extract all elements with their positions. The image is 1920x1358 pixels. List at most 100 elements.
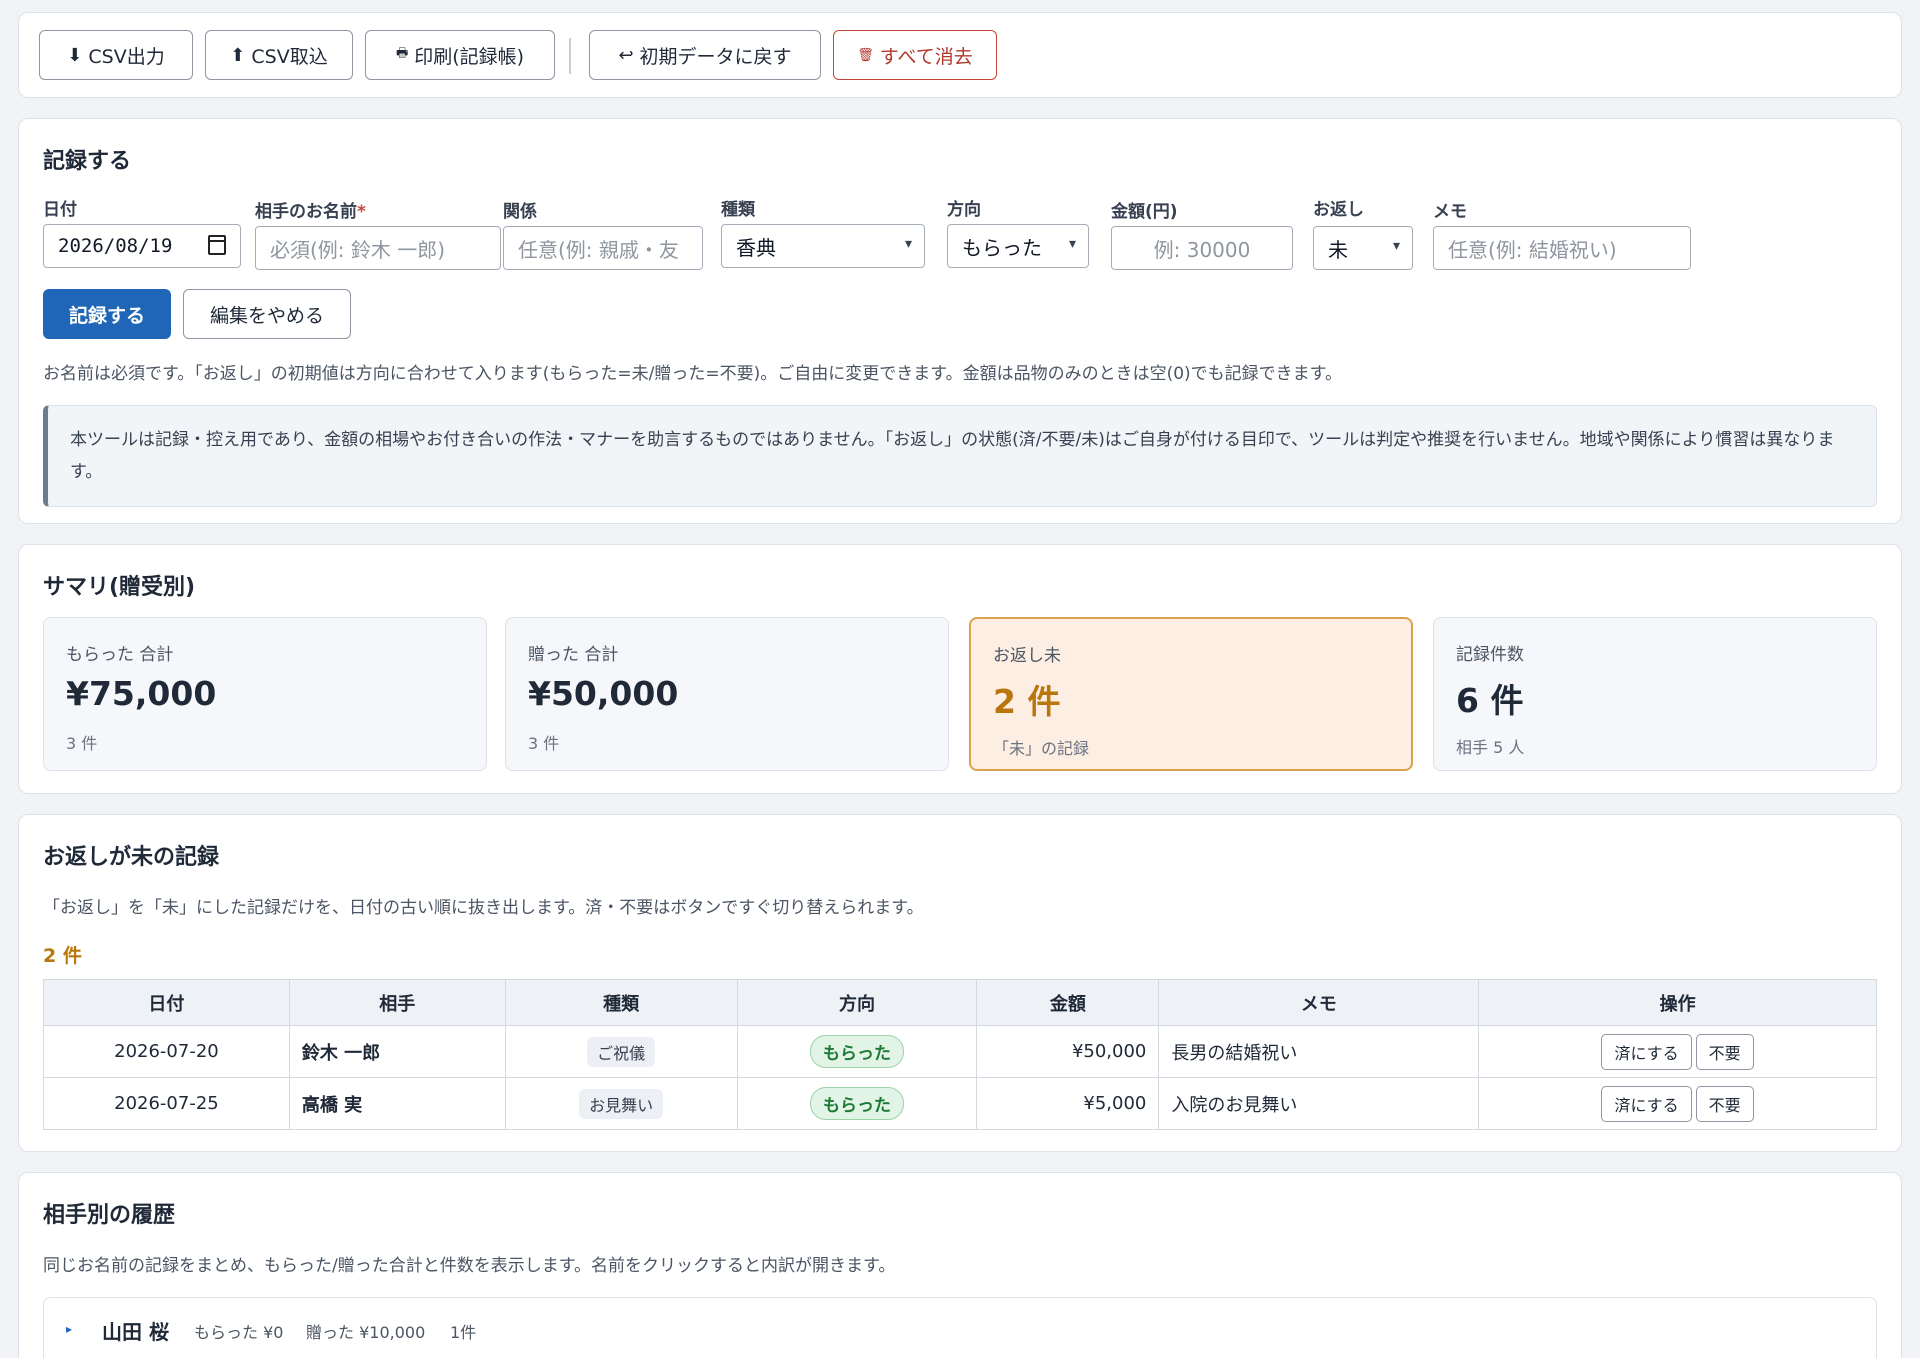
pending-count: 2 件 [43, 945, 82, 967]
memo-label: メモ [1433, 202, 1467, 222]
cell-name: 鈴木 一郎 [288, 1025, 506, 1078]
stat-value: ¥50,000 [528, 674, 679, 713]
direction-select[interactable]: もらった ▾ [947, 224, 1089, 268]
relation-label: 関係 [503, 202, 537, 222]
return-select[interactable]: 未 ▾ [1313, 226, 1413, 270]
submit-record-button[interactable]: 記録する [43, 289, 171, 339]
history-given: 贈った ¥10,000 [306, 1323, 426, 1342]
col-header: 相手 [288, 979, 506, 1026]
relation-input[interactable]: 任意(例: 親戚・友 [503, 226, 703, 270]
cancel-edit-label: 編集をやめる [209, 304, 324, 327]
col-header: 日付 [43, 979, 290, 1026]
disclaimer-box: 本ツールは記録・控え用であり、金額の相場やお付き合いの作法・マナーを助言するもの… [43, 405, 1877, 507]
direction-badge: もらった [810, 1035, 905, 1068]
cancel-edit-button[interactable]: 編集をやめる [183, 289, 351, 339]
print-button[interactable]: 🖶 印刷(記録帳) [365, 30, 555, 80]
stat-label: お返し未 [993, 646, 1061, 666]
mark-done-button[interactable]: 済にする [1601, 1085, 1692, 1122]
chevron-down-icon: ▾ [1068, 236, 1076, 252]
toolbar-divider [569, 38, 571, 74]
chevron-down-icon: ▾ [1392, 238, 1400, 254]
stat-records: 記録件数 6 件 相手 5 人 [1433, 617, 1877, 771]
cell-date: 2026-07-25 [43, 1077, 290, 1130]
disclaimer-text: 本ツールは記録・控え用であり、金額の相場やお付き合いの作法・マナーを助言するもの… [70, 430, 1835, 482]
clear-all-label: すべて消去 [879, 45, 973, 68]
return-label: お返し [1313, 200, 1364, 220]
history-title: 相手別の履歴 [43, 1203, 176, 1228]
history-item[interactable]: ▸ 山田 桜 もらった ¥0 贈った ¥10,000 1件 [43, 1297, 1877, 1358]
cell-amount: ¥5,000 [976, 1077, 1160, 1130]
history-description: 同じお名前の記録をまとめ、もらった/贈った合計と件数を表示します。名前をクリック… [43, 1256, 896, 1276]
stat-value: 6 件 [1456, 681, 1524, 720]
pending-title: お返しが未の記録 [43, 845, 220, 870]
type-label: 種類 [721, 200, 755, 220]
printer-icon: 🖶 [395, 46, 409, 61]
type-tag: お見舞い [579, 1088, 664, 1119]
col-header: 金額 [976, 979, 1160, 1026]
return-arrow-icon: ↩ [618, 44, 634, 66]
chevron-down-icon: ▾ [904, 236, 912, 252]
cell-actions: 済にする 不要 [1478, 1025, 1877, 1078]
col-header: 種類 [504, 979, 738, 1026]
table-header-row: 日付 相手 種類 方向 金額 メモ 操作 [43, 979, 1877, 1026]
col-header: 方向 [736, 979, 978, 1026]
stat-sub: 3 件 [528, 734, 560, 753]
csv-import-button[interactable]: ⬆ CSV取込 [205, 30, 353, 80]
toolbar: ⬇ CSV出力 ⬆ CSV取込 🖶 印刷(記録帳) ↩ 初期データに戻す 🗑 す… [18, 12, 1902, 98]
stat-pending: お返し未 2 件 「未」の記録 [969, 617, 1413, 771]
history-name[interactable]: 山田 桜 [102, 1316, 169, 1345]
amount-label: 金額(円) [1111, 202, 1178, 222]
name-label: 相手のお名前* [255, 202, 366, 222]
history-received: もらった ¥0 [194, 1323, 284, 1342]
history-count: 1件 [450, 1323, 477, 1342]
stat-sub: 「未」の記録 [993, 739, 1090, 758]
csv-export-button[interactable]: ⬇ CSV出力 [39, 30, 193, 80]
form-title: 記録する [43, 149, 132, 174]
expand-triangle-icon[interactable]: ▸ [66, 1322, 72, 1336]
stat-label: 記録件数 [1456, 645, 1524, 665]
cell-direction: もらった [736, 1025, 978, 1078]
pending-table: 日付 相手 種類 方向 金額 メモ 操作 2026-07-20 鈴木 一郎 ご祝… [43, 979, 1877, 1130]
table-row: 2026-07-20 鈴木 一郎 ご祝儀 もらった ¥50,000 長男の結婚祝… [43, 1025, 1877, 1078]
stat-given: 贈った 合計 ¥50,000 3 件 [505, 617, 949, 771]
cell-memo: 長男の結婚祝い [1158, 1025, 1480, 1078]
print-label: 印刷(記録帳) [414, 45, 525, 68]
col-header: 操作 [1478, 979, 1877, 1026]
summary-card: サマリ(贈受別) もらった 合計 ¥75,000 3 件 贈った 合計 ¥50,… [18, 544, 1902, 794]
type-select[interactable]: 香典 ▾ [721, 224, 925, 268]
cell-memo: 入院のお見舞い [1158, 1077, 1480, 1130]
amount-input[interactable]: 例: 30000 [1111, 226, 1293, 270]
direction-label: 方向 [947, 200, 981, 220]
record-form-card: 記録する 日付 2026/08/19 相手のお名前* 必須(例: 鈴木 一郎) … [18, 118, 1902, 524]
csv-import-label: CSV取込 [251, 45, 328, 68]
upload-arrow-icon: ⬆ [230, 44, 246, 66]
clear-all-button[interactable]: 🗑 すべて消去 [833, 30, 997, 80]
required-mark: * [357, 202, 366, 222]
memo-input[interactable]: 任意(例: 結婚祝い) [1433, 226, 1691, 270]
cell-name: 高橋 実 [288, 1077, 506, 1130]
direction-badge: もらった [810, 1087, 905, 1120]
table-row: 2026-07-25 高橋 実 お見舞い もらった ¥5,000 入院のお見舞い… [43, 1077, 1877, 1130]
calendar-icon[interactable] [208, 235, 226, 255]
stat-value: 2 件 [993, 682, 1061, 721]
date-input[interactable]: 2026/08/19 [43, 224, 241, 268]
history-card: 相手別の履歴 同じお名前の記録をまとめ、もらった/贈った合計と件数を表示します。… [18, 1172, 1902, 1358]
cell-date: 2026-07-20 [43, 1025, 290, 1078]
cell-direction: もらった [736, 1077, 978, 1130]
csv-export-label: CSV出力 [88, 45, 165, 68]
reset-button[interactable]: ↩ 初期データに戻す [589, 30, 821, 80]
pending-records-card: お返しが未の記録 「お返し」を「未」にした記録だけを、日付の古い順に抜き出します… [18, 814, 1902, 1152]
download-arrow-icon: ⬇ [67, 44, 83, 66]
pending-description: 「お返し」を「未」にした記録だけを、日付の古い順に抜き出します。済・不要はボタン… [43, 898, 924, 918]
mark-unneeded-button[interactable]: 不要 [1695, 1033, 1754, 1070]
type-tag: ご祝儀 [587, 1036, 656, 1067]
stat-sub: 3 件 [66, 734, 98, 753]
reset-label: 初期データに戻す [639, 45, 792, 68]
name-input[interactable]: 必須(例: 鈴木 一郎) [255, 226, 501, 270]
mark-unneeded-button[interactable]: 不要 [1695, 1085, 1754, 1122]
col-header: メモ [1158, 979, 1480, 1026]
mark-done-button[interactable]: 済にする [1601, 1033, 1692, 1070]
summary-title: サマリ(贈受別) [43, 575, 196, 600]
cell-amount: ¥50,000 [976, 1025, 1160, 1078]
stat-label: もらった 合計 [66, 645, 174, 665]
